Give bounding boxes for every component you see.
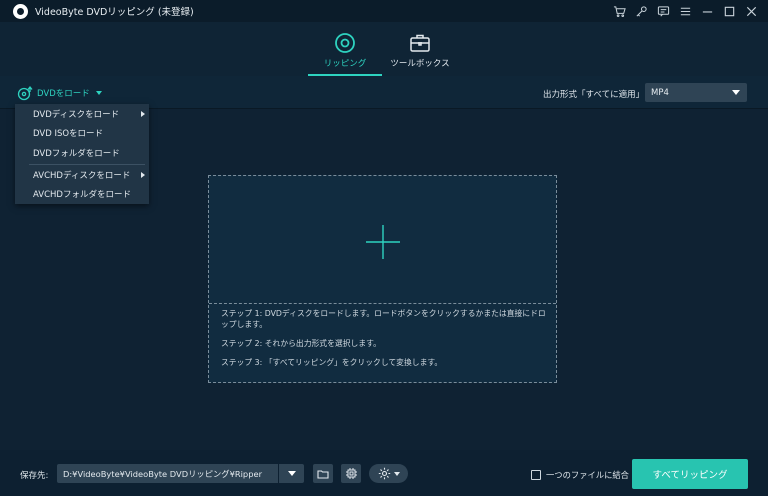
load-dvd-menu: DVDディスクをロード DVD ISOをロード DVDフォルダをロード AVCH… [15,104,149,204]
save-path-value: D:¥VideoByte¥VideoByte DVDリッピング¥Ripper [63,468,262,479]
menu-item-label: AVCHDフォルダをロード [33,190,131,200]
folder-icon [317,469,329,479]
menu-item-label: AVCHDディスクをロード [33,171,131,181]
menu-item-label: DVDディスクをロード [33,110,120,120]
chip-icon [345,468,357,479]
app-logo-icon [13,3,28,19]
chevron-down-icon [287,471,296,476]
rip-all-label: すべてリッピング [652,470,728,481]
menu-item-label: DVDフォルダをロード [33,149,120,159]
open-folder-button[interactable] [313,464,333,483]
menu-item-load-dvd-disc[interactable]: DVDディスクをロード [15,105,149,123]
main-tabs: リッピング ツールボックス [0,22,768,76]
menu-item-label: DVD ISOをロード [33,129,104,139]
step-1-text: ステップ 1: DVDディスクをロードします。ロードボタンをクリックするかまたは… [221,309,546,329]
disc-icon [335,33,355,53]
add-file-plus-icon[interactable] [365,224,401,260]
merge-label: 一つのファイルに結合 [546,470,629,480]
chevron-down-icon [95,91,102,95]
instructions: ステップ 1: DVDディスクをロードします。ロードボタンをクリックするかまたは… [221,308,551,376]
chevron-down-icon [732,90,740,95]
maximize-icon[interactable] [720,3,738,19]
load-dvd-button[interactable]: DVDをロード [17,85,102,101]
key-icon[interactable] [632,3,650,19]
window-controls [610,3,760,19]
tab-toolbox-label: ツールボックス [390,59,450,69]
output-format-value: MP4 [651,87,669,98]
gear-icon [378,467,390,480]
close-icon[interactable] [742,3,760,19]
bottom-bar: 保存先: D:¥VideoByte¥VideoByte DVDリッピング¥Rip… [0,450,768,496]
title-bar: VideoByte DVDリッピング (未登録) [0,0,768,22]
chevron-right-icon [141,111,145,117]
menu-item-load-avchd-disc[interactable]: AVCHDディスクをロード [15,166,149,184]
step-2-text: ステップ 2: それから出力形式を選択します。 [221,339,381,348]
merge-checkbox[interactable] [531,470,541,480]
window-title: VideoByte DVDリッピング (未登録) [35,7,194,18]
menu-item-load-dvd-folder[interactable]: DVDフォルダをロード [15,144,149,162]
menu-divider [29,164,145,165]
menu-item-load-avchd-folder[interactable]: AVCHDフォルダをロード [15,185,149,203]
tab-ripping-label: リッピング [323,59,367,69]
output-format-label: 出力形式「すべてに適用」: [543,90,647,100]
rip-all-button[interactable]: すべてリッピング [632,459,748,489]
menu-item-load-dvd-iso[interactable]: DVD ISOをロード [15,124,149,142]
drop-zone-divider [209,303,556,304]
save-to-label: 保存先: [20,471,49,481]
drop-zone[interactable]: ステップ 1: DVDディスクをロードします。ロードボタンをクリックするかまたは… [208,175,557,383]
hardware-acceleration-button[interactable] [341,464,361,483]
minimize-icon[interactable] [698,3,716,19]
tab-toolbox[interactable]: ツールボックス [383,32,457,72]
save-path-field[interactable]: D:¥VideoByte¥VideoByte DVDリッピング¥Ripper [57,464,278,483]
toolbox-icon [410,34,430,52]
cart-icon[interactable] [610,3,628,19]
chevron-right-icon [141,172,145,178]
feedback-icon[interactable] [654,3,672,19]
tab-ripping[interactable]: リッピング [308,32,382,72]
merge-into-one-file[interactable]: 一つのファイルに結合 [531,469,629,481]
load-dvd-label: DVDをロード [37,89,90,99]
save-path-dropdown-button[interactable] [279,464,304,483]
menu-icon[interactable] [676,3,694,19]
settings-button[interactable] [369,464,408,483]
chevron-down-icon [393,471,400,476]
load-disc-icon [17,85,33,101]
output-format-select[interactable]: MP4 [645,83,747,102]
step-3-text: ステップ 3: 「すべてリッピング」をクリックして変換します。 [221,358,443,367]
